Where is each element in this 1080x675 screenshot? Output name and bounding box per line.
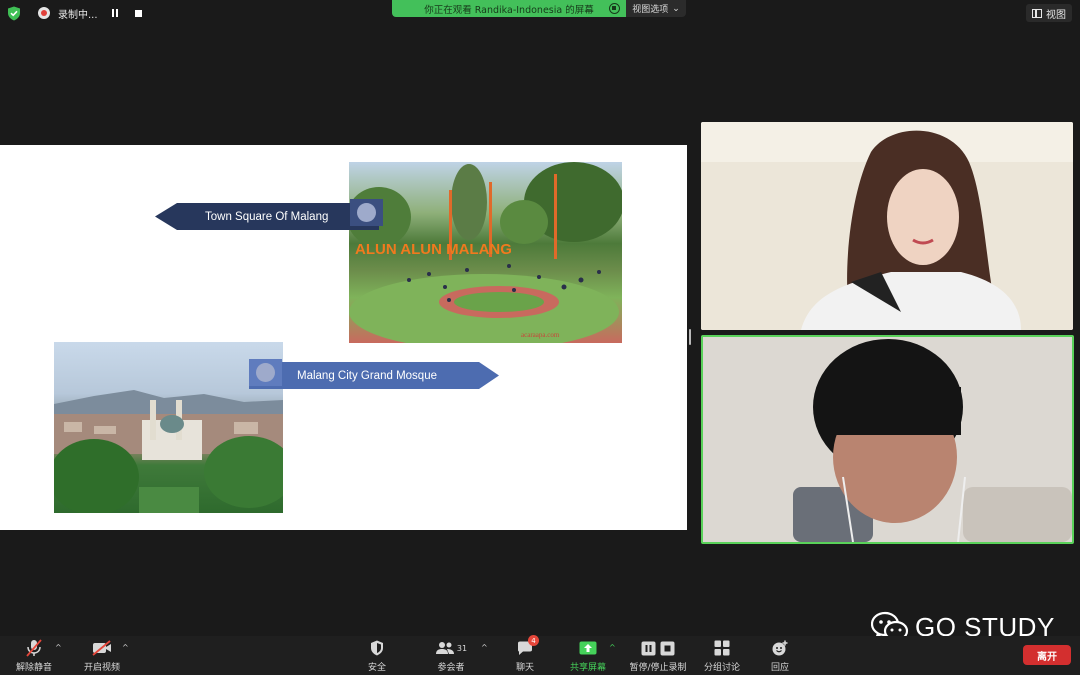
share-banner-text: 你正在观看 Randika-Indonesia 的屏幕 — [424, 4, 594, 16]
recording-label: 录制中... — [58, 9, 98, 21]
unmute-button[interactable]: 解除静音 — [14, 639, 54, 673]
label-marker-town-square — [350, 199, 383, 226]
breakout-rooms-label: 分组讨论 — [703, 663, 740, 673]
pause-icon — [641, 641, 656, 655]
panel-resize-handle[interactable] — [689, 329, 691, 345]
stop-viewing-icon[interactable] — [609, 3, 620, 14]
security-label: 安全 — [367, 663, 386, 673]
chat-unread-badge: 4 — [528, 635, 539, 646]
photo-credit: acaraapa.com — [521, 331, 560, 339]
stop-recording-button[interactable] — [132, 6, 146, 20]
unmute-label: 解除静音 — [15, 663, 52, 673]
recording-icon — [38, 7, 50, 19]
share-screen-button[interactable]: 共享屏幕 — [568, 639, 608, 673]
start-video-label: 开启视频 — [83, 663, 120, 673]
emoji-plus-icon — [772, 639, 789, 657]
pause-recording-button[interactable] — [108, 6, 122, 20]
participants-label: 参会者 — [437, 663, 465, 673]
recording-status: 录制中... — [6, 4, 146, 22]
security-button[interactable]: 安全 — [362, 639, 392, 673]
top-bar: 录制中... 你正在观看 Randika-Indonesia 的屏幕 视图选项 … — [0, 0, 1080, 26]
shield-icon — [370, 639, 384, 657]
reactions-button[interactable]: 回应 — [769, 639, 791, 673]
view-button-label: 视图 — [1046, 9, 1066, 21]
shared-screen-slide: ALUN ALUN MALANG acaraapa.com Town Squar… — [0, 145, 687, 530]
participant-video-bottom-active-speaker[interactable] — [701, 335, 1074, 544]
breakout-rooms-icon — [714, 639, 730, 657]
microphone-muted-icon — [26, 639, 42, 657]
chevron-down-icon: ⌄ — [672, 3, 680, 14]
town-square-photo: ALUN ALUN MALANG acaraapa.com — [349, 162, 622, 343]
video-options-chevron-icon[interactable]: ^ — [122, 643, 129, 652]
reactions-label: 回应 — [770, 663, 789, 673]
leave-meeting-button[interactable]: 离开 — [1023, 645, 1071, 665]
town-square-label-text: Town Square Of Malang — [205, 210, 329, 223]
view-grid-icon — [1032, 8, 1042, 18]
meeting-toolbar: 解除静音 ^ 开启视频 ^ 安全 31 参会者 ^ 4 聊天 共享屏幕 ^ 暂停… — [0, 635, 1080, 675]
chat-label: 聊天 — [515, 663, 534, 673]
view-button[interactable]: 视图 — [1026, 4, 1072, 22]
screen-share-banner: 你正在观看 Randika-Indonesia 的屏幕 — [392, 0, 626, 17]
grand-mosque-label: Malang City Grand Mosque — [249, 362, 499, 389]
participants-options-chevron-icon[interactable]: ^ — [481, 643, 488, 652]
chat-button[interactable]: 4 聊天 — [512, 635, 539, 673]
stop-icon — [660, 641, 675, 655]
participants-icon — [435, 642, 454, 654]
alun-alun-sign: ALUN ALUN MALANG — [355, 241, 512, 258]
participant-video-top[interactable] — [701, 122, 1073, 330]
audio-options-chevron-icon[interactable]: ^ — [55, 643, 62, 652]
town-square-label: Town Square Of Malang — [155, 203, 379, 230]
share-options-chevron-icon[interactable]: ^ — [609, 643, 616, 652]
share-screen-icon — [579, 639, 597, 657]
pause-stop-recording-label: 暂停/停止录制 — [629, 663, 687, 673]
label-marker-grand-mosque — [249, 359, 282, 386]
camera-off-icon — [92, 639, 112, 657]
participants-button[interactable]: 31 参会者 — [434, 639, 468, 673]
participants-count: 31 — [456, 643, 468, 653]
view-options-label: 视图选项 — [632, 5, 669, 15]
view-options-button[interactable]: 视图选项 ⌄ — [626, 0, 686, 17]
pause-stop-recording-button[interactable]: 暂停/停止录制 — [627, 639, 689, 673]
breakout-rooms-button[interactable]: 分组讨论 — [703, 639, 741, 673]
start-video-button[interactable]: 开启视频 — [82, 639, 122, 673]
security-shield-icon[interactable] — [6, 5, 22, 21]
grand-mosque-label-text: Malang City Grand Mosque — [297, 369, 437, 382]
share-screen-label: 共享屏幕 — [569, 663, 606, 673]
